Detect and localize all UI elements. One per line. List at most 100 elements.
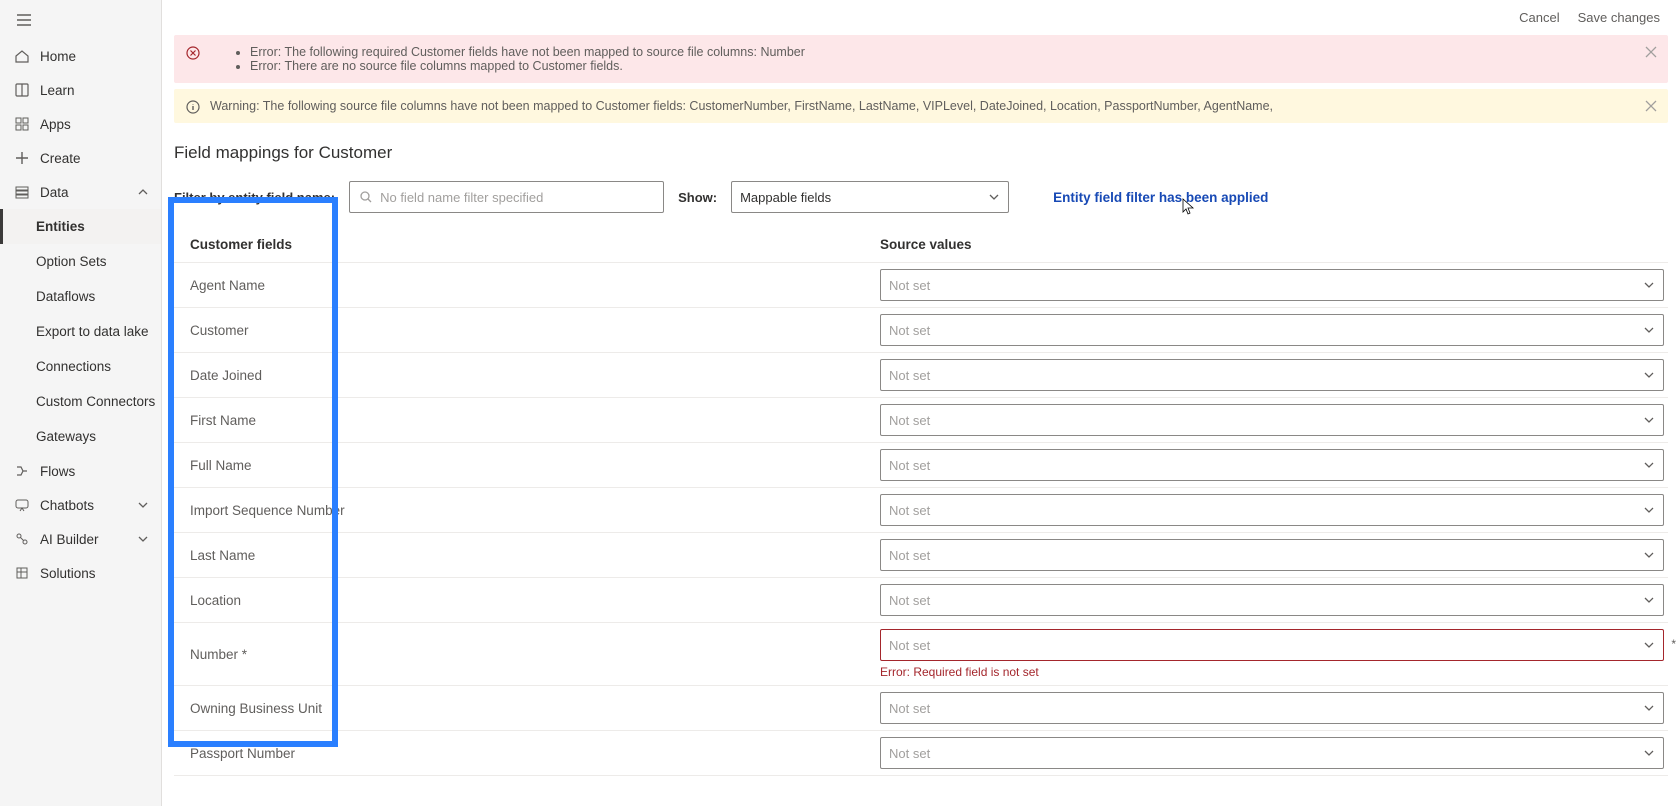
source-value-dropdown[interactable]: Not set	[880, 359, 1664, 391]
field-name: Date Joined	[190, 368, 880, 383]
nav-sub-export[interactable]: Export to data lake	[0, 314, 161, 349]
page-title: Field mappings for Customer	[162, 129, 1680, 171]
nav-label: Create	[40, 151, 81, 166]
error-line: Error: The following required Customer f…	[250, 45, 1636, 59]
source-value-dropdown[interactable]: Not set	[880, 539, 1664, 571]
nav-create[interactable]: Create	[0, 141, 161, 175]
ai-icon	[14, 531, 30, 547]
nav-apps[interactable]: Apps	[0, 107, 161, 141]
source-value-cell: Not set	[880, 314, 1668, 346]
chevron-down-icon	[137, 499, 149, 511]
show-value: Mappable fields	[740, 190, 831, 205]
field-name: Passport Number	[190, 746, 880, 761]
field-name: Import Sequence Number	[190, 503, 880, 518]
nav-learn[interactable]: Learn	[0, 73, 161, 107]
nav-flows[interactable]: Flows	[0, 454, 161, 488]
source-value-cell: Not set	[880, 404, 1668, 436]
info-icon	[186, 100, 200, 114]
nav-label: AI Builder	[40, 532, 99, 547]
filter-input[interactable]	[349, 181, 664, 213]
table-row: Import Sequence Number Not set	[174, 488, 1668, 533]
nav-solutions[interactable]: Solutions	[0, 556, 161, 590]
column-header-source-values: Source values	[880, 237, 1668, 252]
field-name: Last Name	[190, 548, 880, 563]
sidebar: Home Learn Apps Create Data Entities Opt…	[0, 0, 162, 806]
dropdown-value: Not set	[889, 548, 930, 563]
book-icon	[14, 82, 30, 98]
chevron-down-icon	[1643, 549, 1655, 561]
nav-home[interactable]: Home	[0, 39, 161, 73]
chevron-down-icon	[1643, 369, 1655, 381]
close-icon[interactable]	[1644, 45, 1658, 59]
nav-sub-custom-connectors[interactable]: Custom Connectors	[0, 384, 161, 419]
nav-sub-gateways[interactable]: Gateways	[0, 419, 161, 454]
nav-ai-builder[interactable]: AI Builder	[0, 522, 161, 556]
nav-sub-entities[interactable]: Entities	[0, 209, 161, 244]
source-value-dropdown[interactable]: Not set	[880, 737, 1664, 769]
data-icon	[14, 184, 30, 200]
nav-sub-connections[interactable]: Connections	[0, 349, 161, 384]
source-value-dropdown[interactable]: Not set	[880, 494, 1664, 526]
hamburger-icon[interactable]	[16, 12, 32, 28]
nav-chatbots[interactable]: Chatbots	[0, 488, 161, 522]
source-value-dropdown[interactable]: Not set	[880, 404, 1664, 436]
save-changes-button[interactable]: Save changes	[1578, 10, 1660, 25]
source-value-dropdown[interactable]: Not set	[880, 629, 1664, 661]
chevron-down-icon	[1643, 324, 1655, 336]
source-value-cell: Not set	[880, 692, 1668, 724]
nav-label: Data	[40, 185, 69, 200]
source-value-dropdown[interactable]: Not set	[880, 584, 1664, 616]
source-value-cell: Not set	[880, 449, 1668, 481]
solutions-icon	[14, 565, 30, 581]
source-value-dropdown[interactable]: Not set	[880, 449, 1664, 481]
chevron-down-icon	[1643, 279, 1655, 291]
close-icon[interactable]	[1644, 99, 1658, 113]
nav-sub-dataflows[interactable]: Dataflows	[0, 279, 161, 314]
source-value-cell: Not set	[880, 494, 1668, 526]
dropdown-value: Not set	[889, 638, 930, 653]
chevron-down-icon	[1643, 459, 1655, 471]
show-dropdown[interactable]: Mappable fields	[731, 181, 1009, 213]
plus-icon	[14, 150, 30, 166]
field-name: Location	[190, 593, 880, 608]
source-value-dropdown[interactable]: Not set	[880, 314, 1664, 346]
home-icon	[14, 48, 30, 64]
filter-row: Filter by entity field name: Show: Mappa…	[162, 171, 1680, 229]
field-name: Number *	[190, 647, 880, 662]
field-name: Customer	[190, 323, 880, 338]
source-value-cell: Not set	[880, 359, 1668, 391]
table-row: Owning Business UnitNot set	[174, 686, 1668, 731]
field-name: Agent Name	[190, 278, 880, 293]
dropdown-value: Not set	[889, 503, 930, 518]
field-name: First Name	[190, 413, 880, 428]
dropdown-value: Not set	[889, 746, 930, 761]
nav-sub-option-sets[interactable]: Option Sets	[0, 244, 161, 279]
field-mapping-table: Customer fields Source values Agent Name…	[162, 229, 1680, 776]
field-error-text: Error: Required field is not set	[880, 665, 1664, 679]
column-header-customer-fields: Customer fields	[190, 237, 880, 252]
table-row: Number *Not set*Error: Required field is…	[174, 623, 1668, 686]
chatbot-icon	[14, 497, 30, 513]
nav-data[interactable]: Data	[0, 175, 161, 209]
nav-label: Flows	[40, 464, 75, 479]
table-row: LocationNot set	[174, 578, 1668, 623]
chevron-down-icon	[988, 191, 1000, 203]
source-value-dropdown[interactable]: Not set	[880, 269, 1664, 301]
field-name: Full Name	[190, 458, 880, 473]
table-row: Date Joined Not set	[174, 353, 1668, 398]
source-value-cell: Not set*Error: Required field is not set	[880, 629, 1668, 679]
filter-applied-message: Entity field filter has been applied	[1053, 190, 1268, 205]
source-value-cell: Not set	[880, 269, 1668, 301]
table-row: First Name Not set	[174, 398, 1668, 443]
warning-text: Warning: The following source file colum…	[210, 99, 1273, 113]
chevron-down-icon	[1643, 504, 1655, 516]
dropdown-value: Not set	[889, 368, 930, 383]
chevron-down-icon	[1643, 414, 1655, 426]
cancel-button[interactable]: Cancel	[1519, 10, 1559, 25]
chevron-down-icon	[1643, 594, 1655, 606]
source-value-cell: Not set	[880, 737, 1668, 769]
nav-label: Learn	[40, 83, 75, 98]
source-value-dropdown[interactable]: Not set	[880, 692, 1664, 724]
dropdown-value: Not set	[889, 413, 930, 428]
table-row: Passport Number Not set	[174, 731, 1668, 776]
